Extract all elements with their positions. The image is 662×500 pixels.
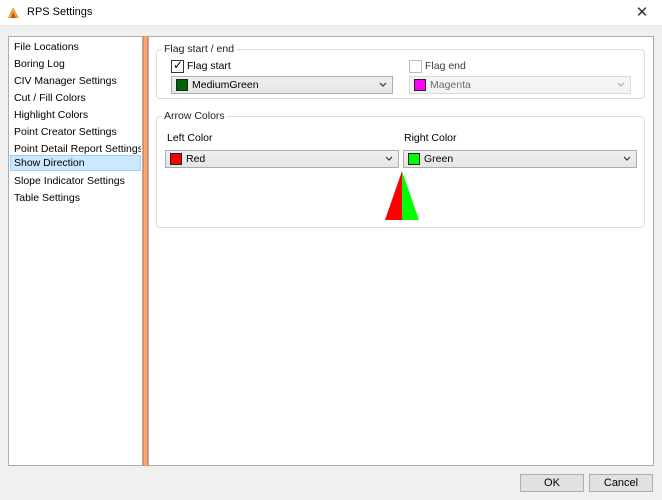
chevron-down-icon	[379, 82, 387, 87]
left-color-swatch	[170, 153, 182, 165]
right-color-swatch	[408, 153, 420, 165]
direction-arrow-preview	[385, 171, 419, 220]
nav-item-point-creator-settings[interactable]: Point Creator Settings	[10, 124, 141, 140]
flag-start-color-swatch	[176, 79, 188, 91]
close-button[interactable]: ✕	[632, 3, 652, 23]
nav-item-show-direction[interactable]: Show Direction	[10, 155, 141, 171]
close-icon: ✕	[635, 4, 649, 21]
nav-item-file-locations[interactable]: File Locations	[10, 39, 141, 55]
right-color-value: Green	[424, 153, 454, 165]
nav-item-slope-indicator-settings[interactable]: Slope Indicator Settings	[10, 173, 141, 189]
flag-start-color-value: MediumGreen	[192, 79, 259, 91]
chevron-down-icon	[617, 82, 625, 87]
chevron-down-icon	[385, 156, 393, 161]
flag-end-color-swatch	[414, 79, 426, 91]
arrow-left-half	[385, 171, 402, 220]
cancel-button[interactable]: Cancel	[589, 474, 653, 492]
settings-content-panel: Flag start / end ✓ Flag start MediumGree…	[148, 36, 654, 466]
nav-item-highlight-colors[interactable]: Highlight Colors	[10, 107, 141, 123]
nav-item-table-settings[interactable]: Table Settings	[10, 190, 141, 206]
left-color-dropdown[interactable]: Red	[165, 150, 399, 168]
settings-nav-list: File Locations Boring Log CIV Manager Se…	[8, 36, 143, 466]
right-color-label: Right Color	[404, 132, 457, 144]
checkmark-icon: ✓	[173, 58, 184, 72]
flag-group-legend: Flag start / end	[164, 43, 235, 55]
nav-item-boring-log[interactable]: Boring Log	[10, 56, 141, 72]
ok-button[interactable]: OK	[520, 474, 584, 492]
nav-item-cut-fill-colors[interactable]: Cut / Fill Colors	[10, 90, 141, 106]
left-color-value: Red	[186, 153, 206, 165]
arrow-right-half	[402, 171, 419, 220]
flag-end-color-value: Magenta	[430, 79, 471, 91]
flag-end-color-dropdown[interactable]: Magenta	[409, 76, 631, 94]
app-logo-icon	[8, 7, 19, 18]
flag-end-label: Flag end	[425, 60, 466, 72]
flag-start-label: Flag start	[187, 60, 231, 72]
title-bar: RPS Settings ✕	[0, 0, 662, 26]
right-color-dropdown[interactable]: Green	[403, 150, 637, 168]
window-title: RPS Settings	[27, 6, 93, 18]
arrow-group-legend: Arrow Colors	[164, 110, 225, 122]
left-color-label: Left Color	[167, 132, 213, 144]
nav-item-civ-manager-settings[interactable]: CIV Manager Settings	[10, 73, 141, 89]
flag-end-checkbox[interactable]	[409, 60, 422, 73]
chevron-down-icon	[623, 156, 631, 161]
flag-start-color-dropdown[interactable]: MediumGreen	[171, 76, 393, 94]
flag-start-checkbox[interactable]: ✓	[171, 58, 184, 73]
